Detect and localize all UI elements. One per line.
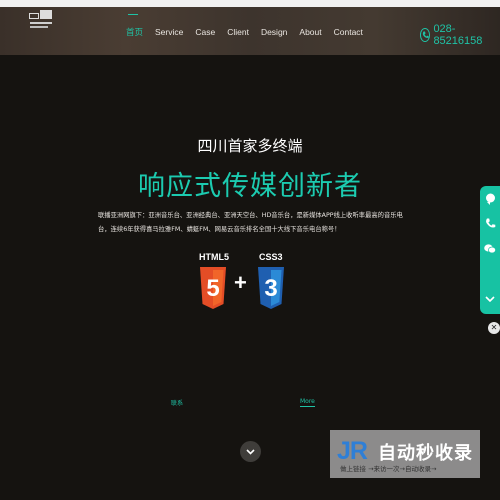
nav-item-about[interactable]: About [299, 27, 321, 47]
html5-number: 5 [206, 275, 219, 302]
header: 首页 Service Case Client Design About Cont… [0, 7, 500, 55]
close-icon[interactable]: ✕ [488, 322, 500, 334]
collapse-button[interactable] [480, 286, 500, 311]
logo-line [30, 26, 48, 28]
css3-number: 3 [264, 275, 277, 302]
call-icon [485, 218, 495, 228]
wechat-icon [484, 243, 496, 253]
hero-subtitle: 四川首家多终端 [197, 137, 303, 155]
watermark-tagline: 做上链接 →来访一次→自动收录→ [340, 465, 437, 473]
watermark-logo: JR [337, 437, 368, 465]
nav-item-home[interactable]: 首页 [126, 14, 143, 47]
css3-label: CSS3 [259, 252, 283, 262]
html5-icon: 5 [200, 267, 226, 309]
site-logo[interactable] [29, 10, 53, 30]
nav-item-service[interactable]: Service [155, 27, 183, 47]
wechat-button[interactable] [480, 236, 500, 261]
floating-contact-bar [480, 186, 500, 314]
logo-mark [29, 13, 39, 19]
phone-number: 028-85216158 [433, 23, 483, 47]
scroll-down-button[interactable] [240, 441, 261, 462]
nav-item-design[interactable]: Design [261, 27, 287, 47]
main-nav: 首页 Service Case Client Design About Cont… [126, 14, 375, 47]
phone-icon [420, 28, 431, 42]
logo-mark-block [40, 10, 52, 19]
more-link[interactable]: More [300, 398, 315, 407]
tech-badges: HTML5 5 + CSS3 3 [196, 252, 296, 314]
chat-icon [485, 193, 495, 205]
more-underline [300, 406, 315, 407]
contact-link[interactable]: 联系 [171, 398, 183, 407]
watermark-banner: JR 自动秒收录 做上链接 →来访一次→自动收录→ [330, 430, 480, 478]
hero-description: 联播亚洲网旗下：亚洲音乐台、亚洲经典台、亚洲天空台、HD音乐台，是新媒体APP线… [98, 212, 403, 233]
more-link-label: More [300, 398, 315, 405]
html5-label: HTML5 [199, 252, 229, 262]
nav-item-case[interactable]: Case [195, 27, 215, 47]
watermark-brand: 自动秒收录 [378, 443, 473, 464]
css3-icon: 3 [258, 267, 284, 309]
top-strip [0, 0, 500, 7]
chevron-down-icon [485, 295, 495, 302]
chevron-down-icon [246, 448, 255, 455]
hero-title: 响应式传媒创新者 [138, 171, 362, 202]
nav-item-contact[interactable]: Contact [334, 27, 363, 47]
nav-item-client[interactable]: Client [227, 27, 249, 47]
phone-contact[interactable]: 028-85216158 [420, 23, 500, 47]
chat-button[interactable] [480, 186, 500, 211]
call-button[interactable] [480, 211, 500, 236]
plus-sign: + [234, 270, 247, 295]
logo-line [30, 22, 52, 24]
